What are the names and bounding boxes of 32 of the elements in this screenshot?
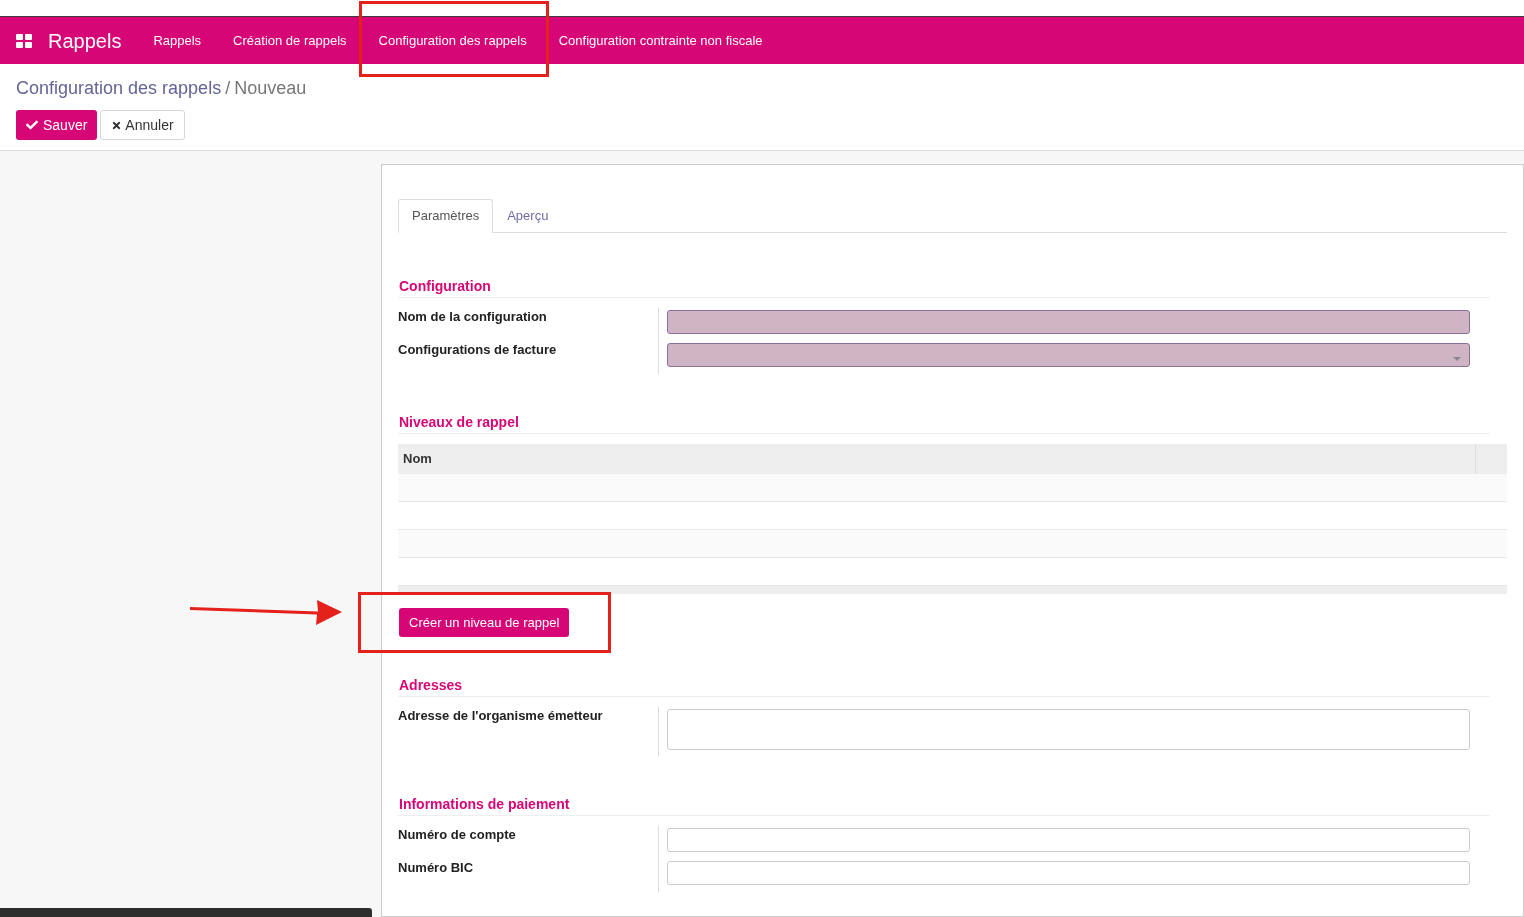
section-title: Niveaux de rappel (399, 413, 520, 431)
apps-grid-icon[interactable] (16, 33, 32, 48)
menu-item[interactable]: Rappels (137, 17, 218, 64)
menu-item[interactable]: Création de rappels (217, 17, 363, 64)
cancel-button[interactable]: Annuler (100, 110, 185, 140)
check-icon (26, 119, 38, 131)
save-button[interactable]: Sauver (16, 110, 98, 140)
tab[interactable]: Paramètres (398, 199, 494, 233)
app-title: Rappels (48, 28, 122, 53)
textarea-field[interactable] (667, 709, 1470, 750)
menu-item[interactable]: Configuration des rappels (362, 17, 543, 64)
breadcrumb-link[interactable]: Configuration des rappels (16, 76, 222, 100)
breadcrumb-current: Nouveau (234, 77, 307, 100)
section-title: Adresses (399, 676, 464, 694)
tab[interactable]: Aperçu (493, 199, 563, 233)
menu-item[interactable]: Configuration contrainte non fiscale (542, 17, 779, 64)
close-icon (111, 119, 123, 131)
create-level-button[interactable]: Créer un niveau de rappel (399, 608, 570, 637)
column-header: Nom (403, 450, 432, 469)
input-field[interactable] (667, 310, 1470, 334)
input-field[interactable] (667, 828, 1470, 852)
field-label: Configurations de facture (398, 342, 558, 358)
select-field[interactable] (667, 343, 1470, 367)
field-label: Nom de la configuration (398, 309, 548, 325)
field-label: Adresse de l'organisme émetteur (398, 708, 604, 724)
caret-icon (1453, 357, 1461, 361)
field-label: Numéro BIC (398, 860, 475, 876)
input-field[interactable] (667, 861, 1470, 885)
breadcrumb-separator: / (225, 77, 231, 100)
section-title: Configuration (399, 277, 492, 295)
field-label: Numéro de compte (398, 827, 517, 843)
section-title: Informations de paiement (399, 795, 571, 813)
